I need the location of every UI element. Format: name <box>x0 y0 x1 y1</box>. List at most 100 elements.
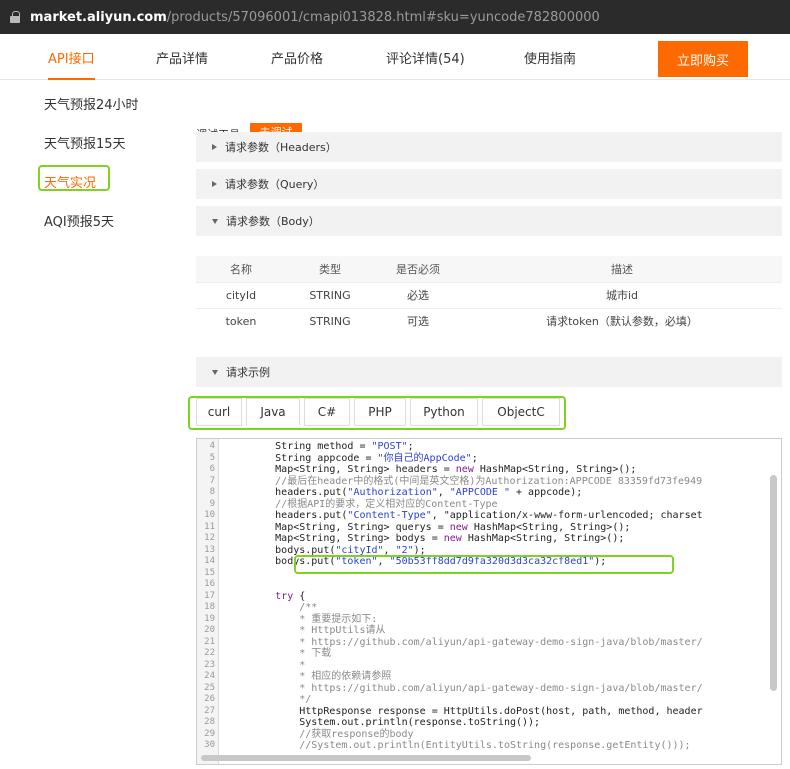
code-text: headers.put("Content-Type", "application… <box>227 510 703 521</box>
line-number: 22 <box>204 648 215 658</box>
sidebar-item-aqi-5d[interactable]: AQI预报5天 <box>44 211 114 230</box>
code-line: 20 * HttpUtils请从 <box>197 625 777 636</box>
code-text: * 相应的依赖请参照 <box>227 671 392 682</box>
code-text: headers.put("Authorization", "APPCODE " … <box>227 487 583 498</box>
body-params-table: 名称 类型 是否必须 描述 cityId STRING 必选 城市id toke… <box>196 256 782 334</box>
code-line: 23 * <box>197 660 777 671</box>
lock-icon <box>10 11 20 23</box>
line-number: 9 <box>209 498 215 509</box>
col-description: 描述 <box>462 256 782 282</box>
code-text: HttpResponse response = HttpUtils.doPost… <box>227 705 703 717</box>
code-text: /** <box>227 602 318 613</box>
code-line: 13 bodys.put("cityId", "2"); <box>197 545 777 556</box>
line-number: 12 <box>204 533 215 543</box>
table-row: token STRING 可选 请求token（默认参数，必填） <box>196 307 782 334</box>
address-bar[interactable]: market.aliyun.com/products/57096001/cmap… <box>0 0 790 34</box>
code-text: //根据API的要求，定义相对应的Content-Type <box>227 498 498 510</box>
code-line: 26 */ <box>197 694 777 705</box>
col-required: 是否必须 <box>374 256 462 282</box>
line-number: 4 <box>209 441 215 451</box>
line-number: 5 <box>209 452 215 463</box>
section-example-label: 请求示例 <box>226 366 270 379</box>
line-number: 20 <box>204 625 215 635</box>
code-line: 29 //获取response的body <box>197 729 777 740</box>
line-number: 26 <box>204 694 215 704</box>
code-line: 18 /** <box>197 602 777 613</box>
tab-reviews[interactable]: 评论详情(54) <box>386 48 465 67</box>
line-number: 25 <box>204 682 215 693</box>
code-line: 12 Map<String, String> bodys = new HashM… <box>197 533 777 544</box>
code-text: * https://github.com/aliyun/api-gateway-… <box>227 682 703 694</box>
line-number: 30 <box>204 740 215 750</box>
code-line: 4 String method = "POST"; <box>197 441 777 452</box>
table-row: cityId STRING 必选 城市id <box>196 281 782 308</box>
highlight-box-sidebar <box>38 165 110 191</box>
col-type: 类型 <box>286 256 374 282</box>
code-line: 25 * https://github.com/aliyun/api-gatew… <box>197 683 777 694</box>
line-number: 19 <box>204 613 215 624</box>
code-text: System.out.println(response.toString()); <box>227 717 541 728</box>
code-viewer[interactable]: 4 String method = "POST"; 5 String appcod… <box>196 438 782 765</box>
code-text: //最后在header中的格式(中间是英文空格)为Authorization:A… <box>227 475 703 487</box>
tab-product-details[interactable]: 产品详情 <box>156 48 208 67</box>
code-line: 22 * 下载 <box>197 648 777 659</box>
cell: cityId <box>196 281 286 308</box>
code-line: 21 * https://github.com/aliyun/api-gatew… <box>197 637 777 648</box>
tab-api[interactable]: API接口 <box>48 48 95 80</box>
cell: STRING <box>286 281 374 308</box>
line-number: 10 <box>204 510 215 520</box>
col-name: 名称 <box>196 256 286 282</box>
line-number: 17 <box>204 590 215 601</box>
highlight-box-token-line <box>294 555 674 574</box>
cell: 可选 <box>374 307 462 334</box>
caret-down-icon <box>212 218 218 224</box>
code-text: bodys.put("cityId", "2"); <box>227 544 426 556</box>
url-path: /products/57096001/cmapi013828.html#sku=… <box>166 9 600 25</box>
sidebar-item-forecast-24h[interactable]: 天气预报24小时 <box>44 94 139 113</box>
url-host: market.aliyun.com <box>30 9 167 25</box>
code-line: 11 Map<String, String> querys = new Hash… <box>197 522 777 533</box>
code-line: 5 String appcode = "你自己的AppCode"; <box>197 453 777 464</box>
highlight-box-code-tabs <box>188 396 566 430</box>
product-tabs: API接口 产品详情 产品价格 评论详情(54) 使用指南 立即购买 <box>0 38 790 80</box>
code-text: try { <box>275 590 306 602</box>
code-text: * HttpUtils请从 <box>227 625 386 636</box>
code-text: Map<String, String> querys = new HashMap… <box>227 521 631 533</box>
code-line: 7 //最后在header中的格式(中间是英文空格)为Authorization… <box>197 476 777 487</box>
code-line: 9 //根据API的要求，定义相对应的Content-Type <box>197 499 777 510</box>
code-line: 8 headers.put("Authorization", "APPCODE … <box>197 487 777 498</box>
cell: token <box>196 307 286 334</box>
code-text: String appcode = "你自己的AppCode"; <box>227 452 478 464</box>
tab-pricing[interactable]: 产品价格 <box>271 48 323 67</box>
section-example[interactable]: 请求示例 <box>196 357 782 387</box>
caret-right-icon <box>212 144 217 150</box>
code-line: 28 System.out.println(response.toString(… <box>197 717 777 728</box>
vertical-scrollbar[interactable] <box>770 475 777 691</box>
line-number: 6 <box>209 464 215 474</box>
line-number: 7 <box>209 475 215 486</box>
code-line: 30 //System.out.println(EntityUtils.toSt… <box>197 740 777 751</box>
tab-guide[interactable]: 使用指南 <box>524 48 576 67</box>
code-line: 17 try { <box>197 591 777 602</box>
section-headers[interactable]: 请求参数（Headers） <box>196 132 782 162</box>
code-text: Map<String, String> headers = new HashMa… <box>227 464 637 475</box>
code-text: * 重要提示如下: <box>227 613 378 625</box>
caret-right-icon <box>212 181 217 187</box>
line-number: 13 <box>204 544 215 555</box>
code-line: 27 HttpResponse response = HttpUtils.doP… <box>197 706 777 717</box>
table-header-row: 名称 类型 是否必须 描述 <box>196 256 782 282</box>
section-query[interactable]: 请求参数（Query） <box>196 169 782 199</box>
line-number: 27 <box>204 705 215 716</box>
code-text: Map<String, String> bodys = new HashMap<… <box>227 533 625 544</box>
line-number: 29 <box>204 728 215 739</box>
horizontal-scrollbar[interactable] <box>201 755 531 761</box>
cell: STRING <box>286 307 374 334</box>
line-number: 18 <box>204 602 215 612</box>
code-text: String method = "POST"; <box>227 441 414 452</box>
buy-now-button[interactable]: 立即购买 <box>658 41 748 77</box>
section-body[interactable]: 请求参数（Body） <box>196 206 782 236</box>
code-text: //获取response的body <box>227 728 414 740</box>
line-number: 14 <box>204 556 215 566</box>
code-line: 19 * 重要提示如下: <box>197 614 777 625</box>
sidebar-item-forecast-15d[interactable]: 天气预报15天 <box>44 133 126 152</box>
